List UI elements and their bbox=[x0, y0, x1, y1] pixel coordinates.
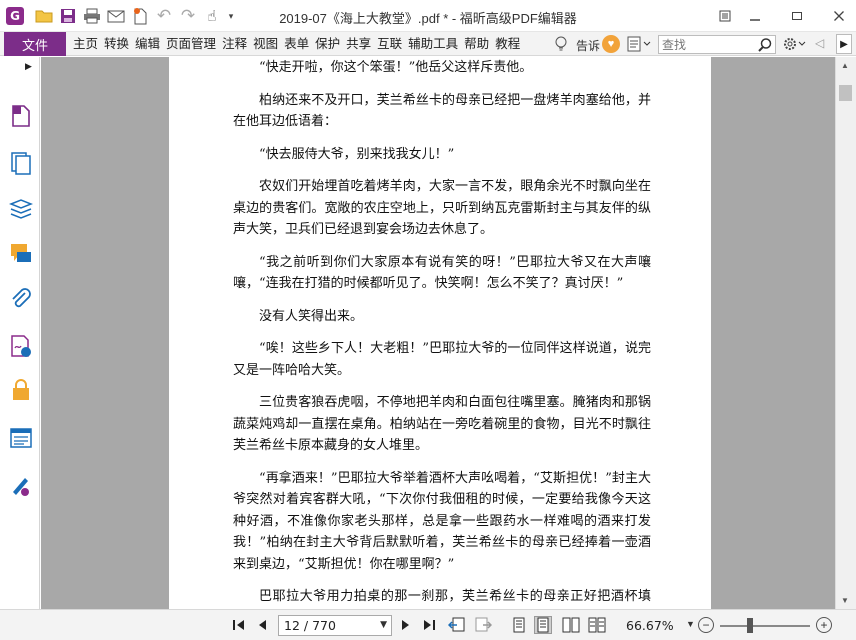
page-number-value: 12 / 770 bbox=[284, 618, 336, 633]
zoom-out-icon[interactable]: − bbox=[698, 617, 714, 633]
tab-form[interactable]: 表单 bbox=[281, 32, 312, 56]
tab-accessibility[interactable]: 辅助工具 bbox=[405, 32, 461, 56]
pages-icon[interactable] bbox=[8, 150, 34, 176]
panel-expand-icon[interactable]: ▶ bbox=[25, 61, 32, 72]
tab-edit[interactable]: 编辑 bbox=[132, 32, 163, 56]
title-bar: G ↶ ↷ ☝ ▾ 2019-07《海上大教堂》.pdf * - 福昕高级PDF… bbox=[0, 0, 856, 32]
app-logo-letter: G bbox=[10, 9, 20, 23]
search-input[interactable] bbox=[659, 36, 755, 53]
form-fields-icon[interactable] bbox=[8, 425, 34, 451]
settings-gear-icon[interactable] bbox=[782, 35, 810, 53]
scroll-down-icon[interactable]: ▼ bbox=[841, 596, 849, 605]
paragraph: “再拿酒来！”巴耶拉大爷举着酒杯大声吆喝着，“艾斯担优！”封主大爷突然对着宾客群… bbox=[233, 470, 651, 572]
print-icon[interactable] bbox=[82, 6, 102, 26]
tab-view[interactable]: 视图 bbox=[250, 32, 281, 56]
tab-share[interactable]: 共享 bbox=[343, 32, 374, 56]
restore-icon[interactable] bbox=[712, 5, 738, 27]
heart-icon[interactable]: ♥ bbox=[602, 35, 620, 53]
paragraph: “快去服侍大爷，别来找我女儿！” bbox=[259, 146, 455, 162]
file-menu-tab[interactable]: 文件 bbox=[4, 32, 66, 56]
tab-page-organize[interactable]: 页面管理 bbox=[163, 32, 219, 56]
paragraph: 没有人笑得出来。 bbox=[259, 308, 364, 324]
email-icon[interactable] bbox=[106, 6, 126, 26]
document-viewport[interactable]: “快走开啦，你这个笨蛋！”他岳父这样斥责他。 柏纳还来不及开口，芙兰希丝卡的母亲… bbox=[41, 57, 835, 609]
scroll-up-icon[interactable]: ▲ bbox=[841, 61, 849, 70]
paragraph: 三位贵客狼吞虎咽，不停地把羊肉和白面包往嘴里塞。腌猪肉和那锅蔬菜炖鸡却一直摆在桌… bbox=[233, 395, 651, 453]
first-page-icon[interactable] bbox=[230, 616, 248, 634]
zoom-in-icon[interactable]: + bbox=[816, 617, 832, 633]
vertical-scrollbar[interactable]: ▲ ▼ bbox=[835, 57, 856, 609]
scroll-thumb[interactable] bbox=[839, 85, 852, 101]
tell-me-label[interactable]: 告诉 bbox=[576, 37, 600, 54]
paragraph: “唉！这些乡下人！大老粗！”巴耶拉大爷的一位同伴这样说道，说完又是一阵哈哈大笑。 bbox=[233, 341, 651, 378]
tab-help[interactable]: 帮助 bbox=[461, 32, 492, 56]
previous-page-icon[interactable] bbox=[254, 616, 272, 634]
search-scope-dropdown[interactable] bbox=[626, 35, 656, 53]
page-number-input[interactable]: 12 / 770 ▼ bbox=[278, 615, 392, 636]
search-icon[interactable] bbox=[757, 37, 773, 53]
tab-protect[interactable]: 保护 bbox=[312, 32, 343, 56]
navigation-panel: ▶ bbox=[0, 57, 40, 609]
paragraph: 柏纳还来不及开口，芙兰希丝卡的母亲已经把一盘烤羊肉塞给他，并在他耳边低语着： bbox=[233, 92, 651, 130]
previous-view-icon[interactable] bbox=[448, 616, 466, 634]
tab-tutorial[interactable]: 教程 bbox=[492, 32, 523, 56]
ribbon-scroll-left-icon[interactable]: ◁ bbox=[815, 36, 824, 50]
hand-tool-icon[interactable]: ☝ bbox=[202, 6, 222, 26]
customize-dropdown-icon[interactable]: ▾ bbox=[224, 6, 238, 26]
zoom-slider-thumb[interactable] bbox=[747, 618, 753, 633]
last-page-icon[interactable] bbox=[420, 616, 438, 634]
save-icon[interactable] bbox=[58, 6, 78, 26]
zoom-slider[interactable] bbox=[720, 625, 810, 627]
lightbulb-icon[interactable] bbox=[553, 36, 569, 52]
page-thumbnails-icon[interactable] bbox=[8, 103, 34, 129]
ribbon-scroll-right-icon[interactable]: ▶ bbox=[836, 34, 852, 54]
tab-connect[interactable]: 互联 bbox=[374, 32, 405, 56]
comments-icon[interactable] bbox=[8, 241, 34, 267]
redo-icon[interactable]: ↷ bbox=[178, 6, 198, 26]
ribbon-tabs: 主页 转换 编辑 页面管理 注释 视图 表单 保护 共享 互联 辅助工具 帮助 … bbox=[70, 32, 523, 56]
single-page-view-icon[interactable] bbox=[510, 616, 528, 634]
layers-icon[interactable] bbox=[8, 196, 34, 222]
continuous-view-icon[interactable] bbox=[534, 616, 552, 634]
menu-bar: 文件 主页 转换 编辑 页面管理 注释 视图 表单 保护 共享 互联 辅助工具 … bbox=[0, 32, 856, 56]
pdf-page: “快走开啦，你这个笨蛋！”他岳父这样斥责他。 柏纳还来不及开口，芙兰希丝卡的母亲… bbox=[169, 57, 711, 609]
maximize-icon[interactable] bbox=[784, 5, 810, 27]
open-folder-icon[interactable] bbox=[34, 6, 54, 26]
search-box bbox=[658, 35, 776, 54]
tab-comment[interactable]: 注释 bbox=[219, 32, 250, 56]
tab-convert[interactable]: 转换 bbox=[101, 32, 132, 56]
status-bar: 12 / 770 ▼ 66.67% ▼ − + bbox=[0, 609, 856, 640]
undo-icon[interactable]: ↶ bbox=[154, 6, 174, 26]
security-lock-icon[interactable] bbox=[8, 377, 34, 403]
app-logo[interactable]: G bbox=[6, 7, 24, 25]
new-icon[interactable] bbox=[130, 6, 150, 26]
continuous-facing-view-icon[interactable] bbox=[588, 616, 606, 634]
attachments-icon[interactable] bbox=[8, 287, 34, 313]
close-icon[interactable] bbox=[826, 5, 852, 27]
paragraph: “我之前听到你们大家原本有说有笑的呀！”巴耶拉大爷又在大声嚷嚷，“连我在打猎的时… bbox=[233, 254, 651, 292]
page-dropdown-icon[interactable]: ▼ bbox=[380, 616, 387, 635]
next-page-icon[interactable] bbox=[396, 616, 414, 634]
next-view-icon[interactable] bbox=[474, 616, 492, 634]
tab-home[interactable]: 主页 bbox=[70, 32, 101, 56]
paragraph: “快走开啦，你这个笨蛋！”他岳父这样斥责他。 bbox=[259, 60, 533, 75]
facing-view-icon[interactable] bbox=[562, 616, 580, 634]
zoom-dropdown-icon[interactable]: ▼ bbox=[686, 619, 695, 629]
zoom-level[interactable]: 66.67% bbox=[626, 618, 674, 633]
certification-icon[interactable] bbox=[8, 473, 34, 499]
minimize-icon[interactable] bbox=[742, 5, 768, 27]
signature-icon[interactable] bbox=[8, 333, 34, 359]
paragraph: 农奴们开始埋首吃着烤羊肉，大家一言不发，眼角余光不时飘向坐在桌边的贵客们。宽敞的… bbox=[233, 179, 651, 237]
page-text-body: “快走开啦，你这个笨蛋！”他岳父这样斥责他。 柏纳还来不及开口，芙兰希丝卡的母亲… bbox=[233, 57, 651, 609]
paragraph: 巴耶拉大爷用力拍桌的那一刹那，芙兰希丝卡的母亲正好把酒杯填满，美酒飞溅四散，落了… bbox=[259, 589, 651, 604]
